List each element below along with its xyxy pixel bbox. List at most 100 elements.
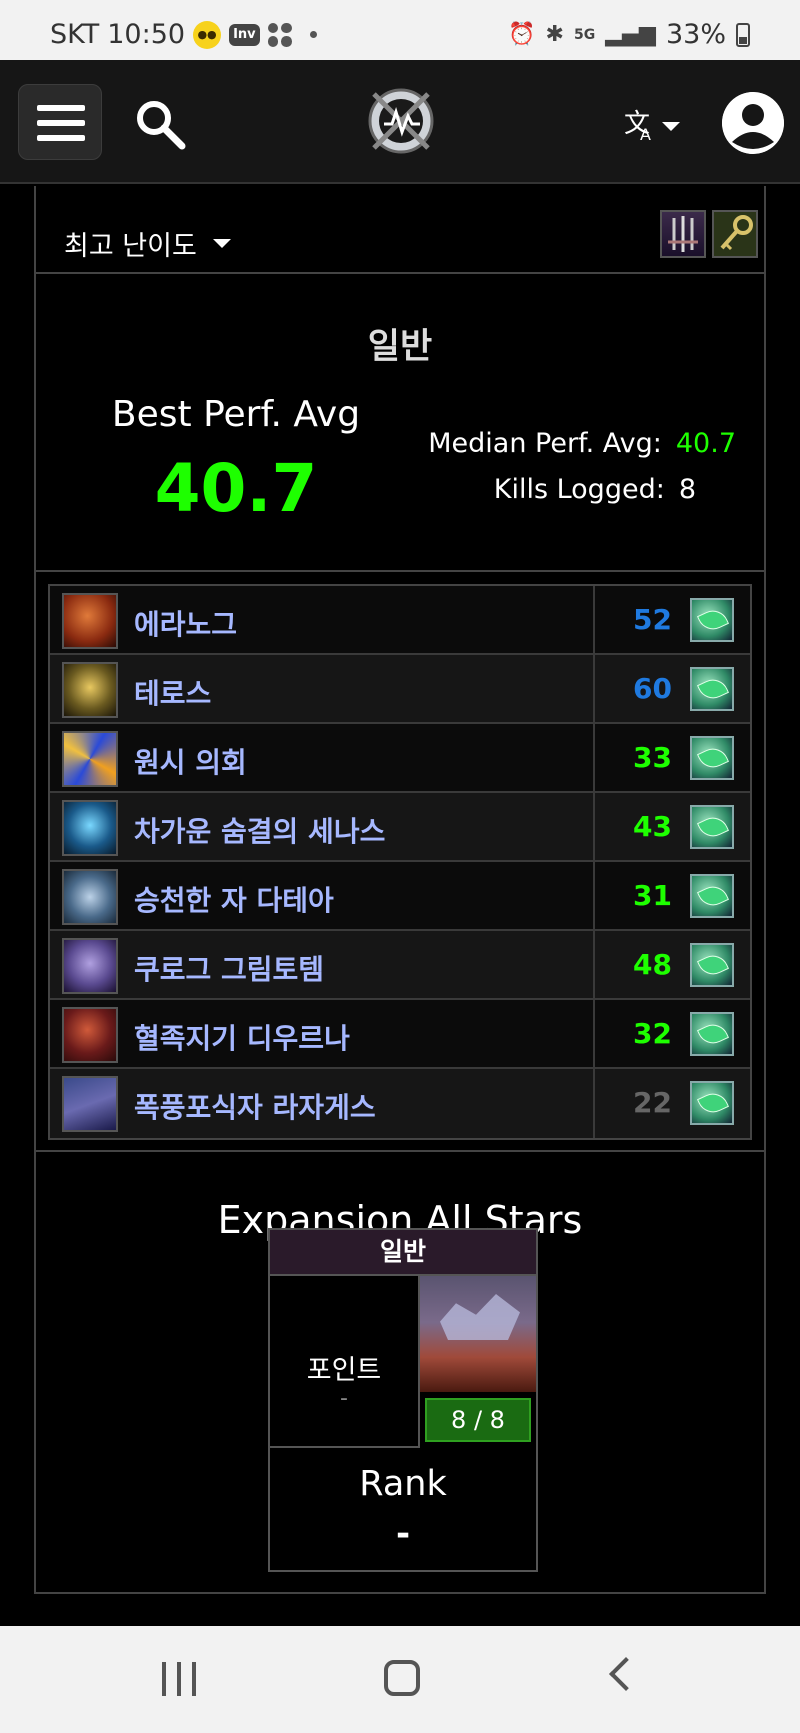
key-icon[interactable] <box>712 210 758 258</box>
key-glyph-icon <box>720 215 753 251</box>
boss-row[interactable]: 차가운 숨결의 세나스 43 <box>50 793 750 862</box>
all-stars-table: 일반 포인트 - 8 / 8 Rank - <box>268 1228 538 1572</box>
difficulty-dropdown[interactable]: 최고 난이도 <box>64 224 231 263</box>
spec-leaf-icon <box>690 736 734 780</box>
boss-score: 48 <box>633 948 672 981</box>
boss-thumbnail-diurna-icon <box>62 1007 118 1063</box>
boss-name[interactable]: 승천한 자 다테아 <box>134 879 334 919</box>
boss-score: 33 <box>633 741 672 774</box>
spec-leaf-icon <box>690 943 734 987</box>
app-header: 文 A <box>0 60 800 184</box>
rank-value: - <box>395 1514 411 1554</box>
leaf-icon <box>696 1088 730 1118</box>
performance-summary: 일반 Best Perf. Avg 40.7 Median Perf. Avg:… <box>36 276 764 572</box>
row-divider <box>593 1000 595 1067</box>
boss-thumbnail-terros-icon <box>62 662 118 718</box>
performance-card: 최고 난이도 일반 Best Perf. Avg 40.7 Median Per… <box>34 186 766 1594</box>
recent-bar <box>192 1662 196 1696</box>
boss-thumbnail-dathea-icon <box>62 869 118 925</box>
boss-thumbnail-kurog-icon <box>62 938 118 994</box>
kills-logged: Kills Logged: 8 <box>494 474 696 505</box>
kills-logged-value: 8 <box>678 474 696 505</box>
boss-name[interactable]: 차가운 숨결의 세나스 <box>134 810 385 850</box>
boss-name[interactable]: 원시 의회 <box>134 741 247 781</box>
raid-image-peak <box>440 1294 520 1340</box>
system-nav-bar <box>0 1626 800 1733</box>
boss-row[interactable]: 에라노그 52 <box>50 586 750 655</box>
row-divider <box>593 862 595 929</box>
account-icon[interactable] <box>722 92 784 154</box>
median-perf-value: 40.7 <box>675 428 736 459</box>
kills-logged-label: Kills Logged: <box>493 474 665 505</box>
median-perf: Median Perf. Avg: 40.7 <box>428 428 736 459</box>
swords-icon <box>668 216 698 252</box>
boss-name[interactable]: 쿠로그 그림토템 <box>134 948 324 988</box>
battery-percent: 33% <box>665 19 726 50</box>
spec-leaf-icon <box>690 874 734 918</box>
carrier: SKT <box>50 19 100 50</box>
inven-notification-icon: Inv <box>229 23 260 46</box>
boss-ranking-list: 에라노그 52 테로스 60 원시 의회 33 차가운 숨결의 세나스 43 승… <box>48 584 752 1140</box>
boss-row[interactable]: 쿠로그 그림토템 48 <box>50 931 750 1000</box>
more-notifications-icon <box>309 31 317 38</box>
status-right: ⏰ ✱ 5G ▂▄▆ 33% <box>508 19 750 50</box>
menu-icon-bar <box>37 135 85 141</box>
battery-icon <box>736 22 750 47</box>
raid-kills-badge: 8 / 8 <box>425 1398 531 1442</box>
raid-image <box>420 1276 536 1392</box>
boss-thumbnail-primal-council-icon <box>62 731 118 787</box>
summary-difficulty: 일반 <box>367 327 433 367</box>
boss-name[interactable]: 테로스 <box>134 672 211 712</box>
leaf-icon <box>696 674 730 704</box>
spec-leaf-icon <box>690 805 734 849</box>
home-icon[interactable] <box>384 1660 420 1696</box>
translate-icon[interactable]: 文 A <box>622 104 686 144</box>
boss-row[interactable]: 폭풍포식자 라자게스 22 <box>50 1069 750 1138</box>
back-icon[interactable] <box>609 1657 643 1691</box>
search-icon[interactable] <box>132 96 188 152</box>
status-bar: SKT 10:50 ●● Inv ⏰ ✱ 5G ▂▄▆ 33% <box>0 0 800 60</box>
boss-row[interactable]: 혈족지기 디우르나 32 <box>50 1000 750 1069</box>
rank-label: Rank <box>359 1464 447 1504</box>
clock: 10:50 <box>107 19 186 50</box>
row-divider <box>593 793 595 860</box>
points-value: - <box>340 1386 348 1411</box>
kakaotalk-notification-icon: ●● <box>193 20 222 49</box>
points-label: 포인트 <box>306 1355 382 1386</box>
boss-row[interactable]: 원시 의회 33 <box>50 724 750 793</box>
leaf-icon <box>696 812 730 842</box>
boss-score: 43 <box>633 810 672 843</box>
best-perf-label: Best Perf. Avg <box>111 394 361 435</box>
leaf-icon <box>696 881 730 911</box>
svg-text:A: A <box>640 125 651 144</box>
spec-leaf-icon <box>690 1081 734 1125</box>
boss-name[interactable]: 혈족지기 디우르나 <box>134 1017 350 1057</box>
leaf-icon <box>696 1019 730 1049</box>
site-logo[interactable] <box>364 84 438 158</box>
alarm-icon: ⏰ <box>508 22 536 47</box>
row-divider <box>593 724 595 791</box>
5g-icon: 5G <box>573 26 596 43</box>
chevron-down-icon <box>212 239 231 248</box>
boss-name[interactable]: 폭풍포식자 라자게스 <box>134 1086 376 1126</box>
boss-row[interactable]: 승천한 자 다테아 31 <box>50 862 750 931</box>
boss-thumbnail-raszageth-icon <box>62 1076 118 1132</box>
signal-icon: ▂▄▆ <box>605 22 656 47</box>
class-icon[interactable] <box>660 210 706 258</box>
leaf-icon <box>696 605 730 635</box>
spec-leaf-icon <box>690 598 734 642</box>
boss-row[interactable]: 테로스 60 <box>50 655 750 724</box>
boss-score: 22 <box>633 1086 672 1119</box>
difficulty-bar: 최고 난이도 <box>36 186 764 274</box>
boss-name[interactable]: 에라노그 <box>134 603 237 643</box>
menu-icon-bar <box>37 120 85 126</box>
leaf-icon <box>696 743 730 773</box>
all-stars-points: 포인트 - <box>270 1276 420 1448</box>
difficulty-dropdown-label: 최고 난이도 <box>64 231 197 262</box>
section-divider <box>36 1150 764 1152</box>
boss-score: 32 <box>633 1017 672 1050</box>
menu-button[interactable] <box>18 84 102 160</box>
row-divider <box>593 586 595 653</box>
recent-apps-icon[interactable] <box>162 1662 196 1696</box>
median-perf-label: Median Perf. Avg: <box>428 428 662 459</box>
